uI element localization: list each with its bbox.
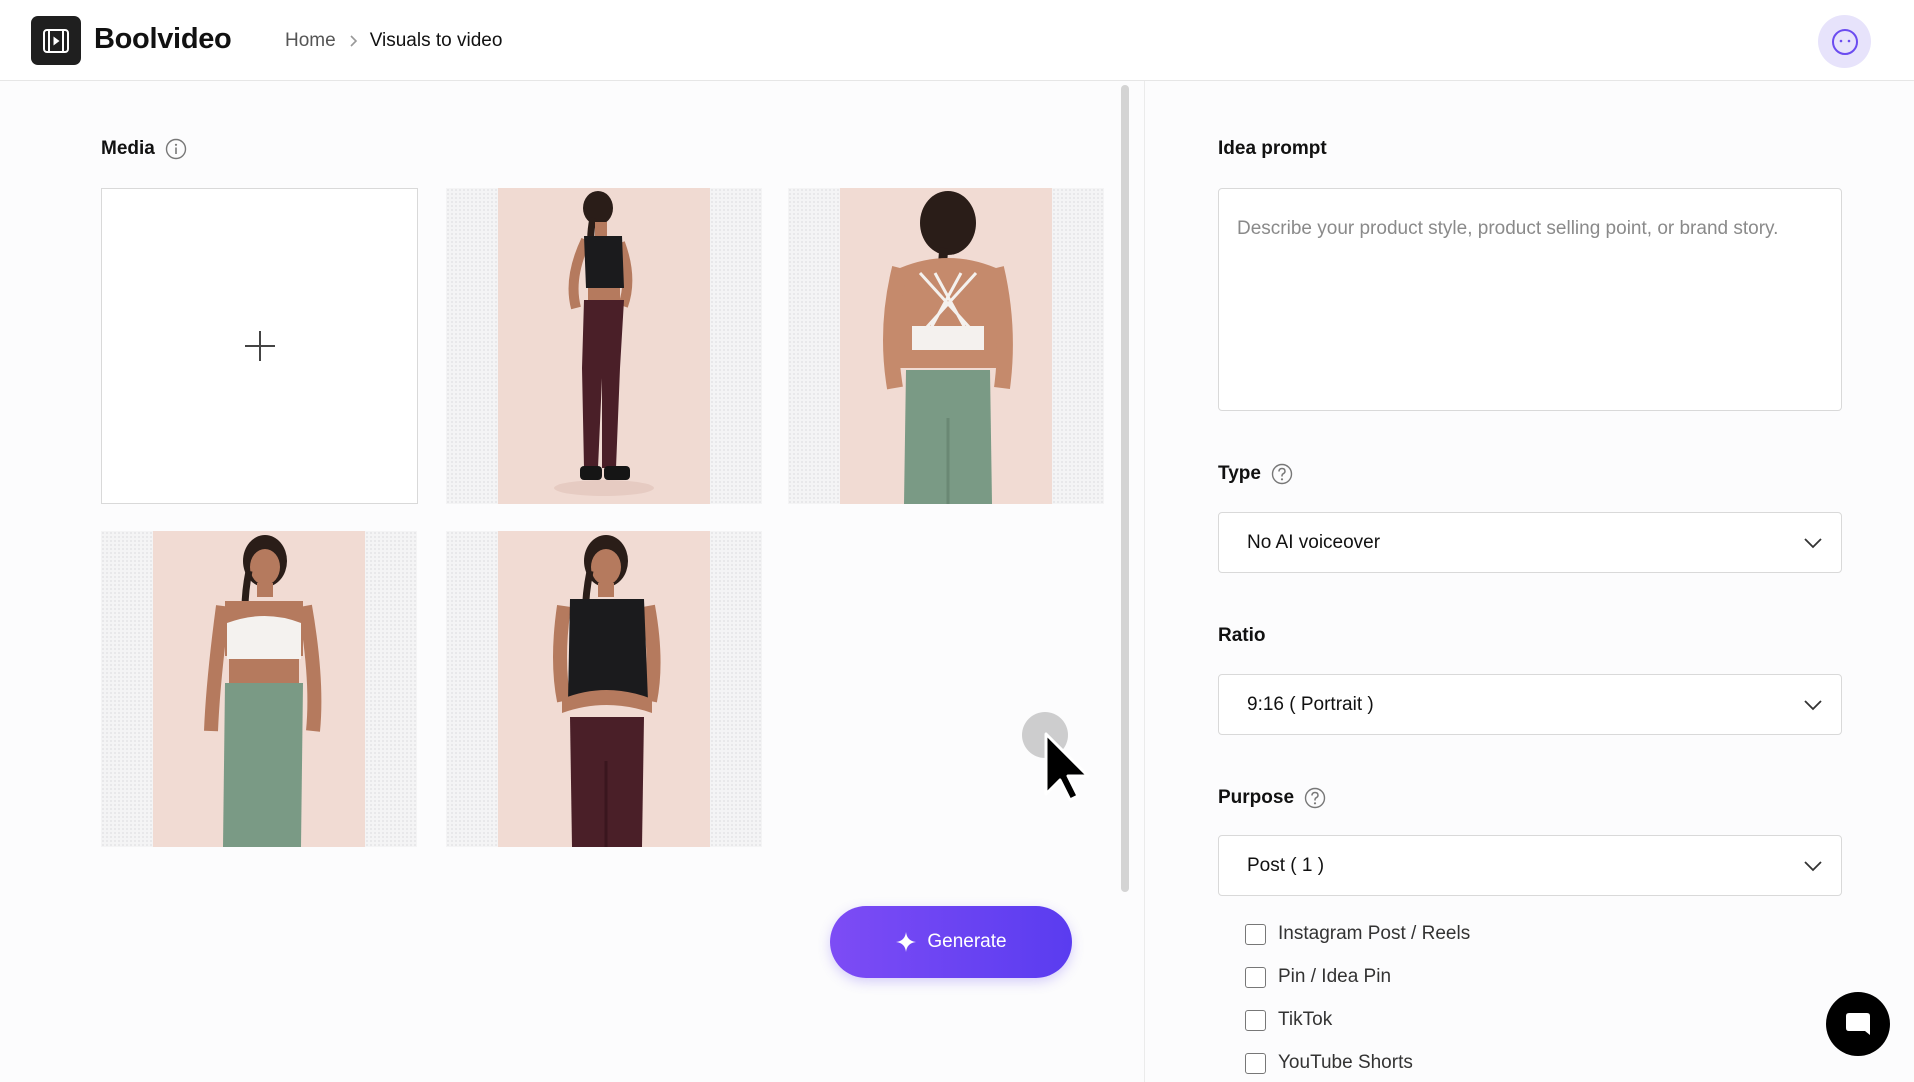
option-label: TikTok xyxy=(1278,1009,1333,1030)
breadcrumb-home-link[interactable]: Home xyxy=(285,30,336,52)
ratio-section-label: Ratio xyxy=(1218,625,1266,647)
chat-bubble-icon xyxy=(1846,1013,1870,1035)
chat-support-button[interactable] xyxy=(1826,992,1890,1056)
purpose-section-label: Purpose xyxy=(1218,787,1326,809)
purpose-select[interactable]: Post ( 1 ) xyxy=(1218,835,1842,896)
chevron-down-icon xyxy=(1804,860,1822,871)
ratio-label: Ratio xyxy=(1218,625,1266,646)
smiley-face-icon xyxy=(1831,28,1858,55)
type-section-label: Type xyxy=(1218,463,1293,485)
idea-prompt-label: Idea prompt xyxy=(1218,138,1327,159)
media-photo xyxy=(498,188,710,504)
checkbox[interactable] xyxy=(1245,966,1266,988)
option-label: Instagram Post / Reels xyxy=(1278,923,1471,944)
ratio-select-value: 9:16 ( Portrait ) xyxy=(1247,693,1374,715)
checkbox[interactable] xyxy=(1245,1009,1266,1031)
idea-prompt-input[interactable] xyxy=(1218,188,1842,411)
checkbox[interactable] xyxy=(1245,1052,1266,1074)
media-photo xyxy=(498,531,710,847)
type-select-value: No AI voiceover xyxy=(1247,531,1381,553)
purpose-option-pinterest[interactable]: Pin / Idea Pin xyxy=(1245,966,1391,988)
purpose-option-tiktok[interactable]: TikTok xyxy=(1245,1009,1332,1031)
chevron-down-icon xyxy=(1804,537,1822,548)
plus-icon xyxy=(244,331,275,361)
media-photo xyxy=(840,188,1052,504)
purpose-select-value: Post ( 1 ) xyxy=(1247,854,1325,876)
checkbox[interactable] xyxy=(1245,923,1266,945)
generate-button[interactable]: Generate xyxy=(830,906,1072,978)
generate-label: Generate xyxy=(927,931,1007,952)
idea-prompt-section-label: Idea prompt xyxy=(1218,138,1327,160)
chevron-right-icon xyxy=(348,34,358,48)
chevron-down-icon xyxy=(1804,699,1822,710)
media-item-2[interactable] xyxy=(788,188,1104,504)
option-label: Pin / Idea Pin xyxy=(1278,966,1392,987)
type-label: Type xyxy=(1218,463,1261,484)
purpose-option-youtube[interactable]: YouTube Shorts xyxy=(1245,1052,1413,1074)
purpose-label: Purpose xyxy=(1218,787,1295,808)
media-section-label: Media xyxy=(101,138,187,160)
ratio-select[interactable]: 9:16 ( Portrait ) xyxy=(1218,674,1842,735)
user-avatar[interactable] xyxy=(1818,15,1871,68)
film-play-icon xyxy=(43,28,69,53)
media-photo xyxy=(153,531,365,847)
mouse-cursor-icon xyxy=(1022,712,1090,802)
upload-media-button[interactable] xyxy=(101,188,418,504)
question-circle-icon[interactable] xyxy=(1304,787,1326,809)
media-label: Media xyxy=(101,138,155,159)
purpose-option-instagram[interactable]: Instagram Post / Reels xyxy=(1245,923,1470,945)
top-header: Boolvideo Home Visuals to video xyxy=(0,0,1914,81)
media-panel-scrollbar[interactable] xyxy=(1121,85,1129,892)
media-item-3[interactable] xyxy=(101,531,417,847)
app-name: Boolvideo xyxy=(94,23,232,55)
media-item-4[interactable] xyxy=(446,531,762,847)
breadcrumb: Home Visuals to video xyxy=(285,30,502,52)
type-select[interactable]: No AI voiceover xyxy=(1218,512,1842,573)
question-circle-icon[interactable] xyxy=(1271,463,1293,485)
info-icon[interactable] xyxy=(165,138,187,160)
breadcrumb-current: Visuals to video xyxy=(369,30,503,51)
app-logo[interactable] xyxy=(31,16,81,65)
media-item-1[interactable] xyxy=(446,188,762,504)
option-label: YouTube Shorts xyxy=(1278,1052,1413,1073)
sparkle-icon xyxy=(896,932,917,952)
